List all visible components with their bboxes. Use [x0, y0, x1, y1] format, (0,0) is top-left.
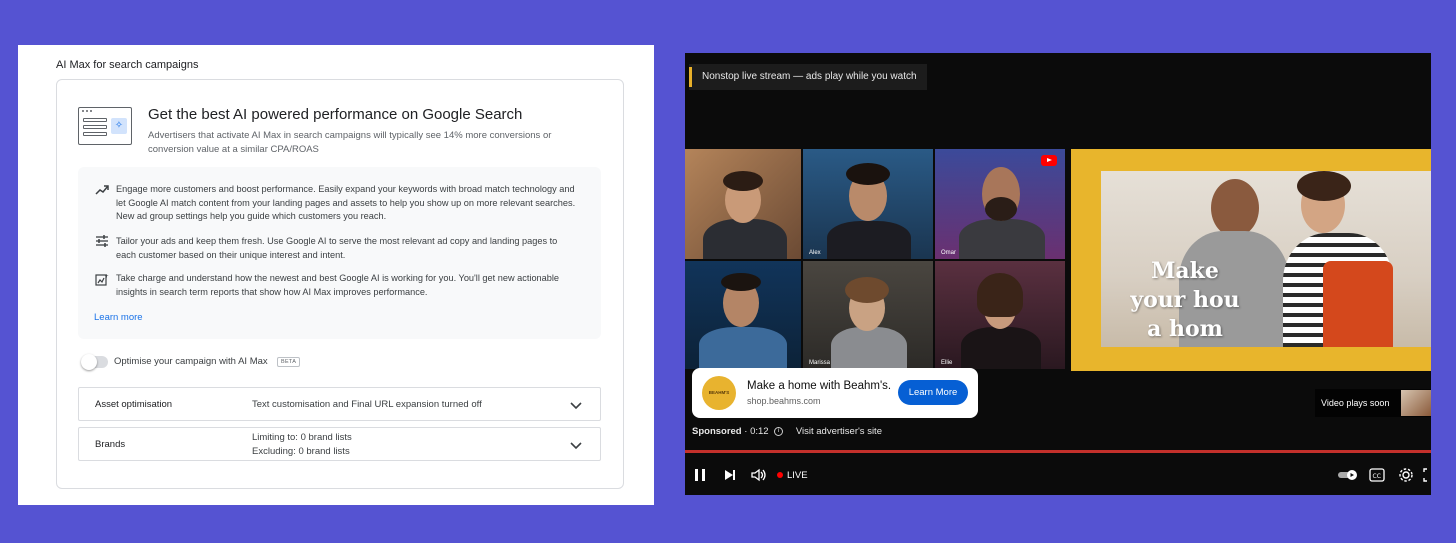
- trending-up-icon: [94, 184, 110, 198]
- sponsored-line: Sponsored · 0:12 i Visit advertiser's si…: [692, 426, 882, 437]
- sponsored-label: Sponsored: [692, 426, 742, 437]
- settings-gear-icon[interactable]: [1398, 467, 1414, 483]
- ai-max-card: ✧ Get the best AI powered performance on…: [56, 79, 624, 489]
- ad-time: 0:12: [750, 426, 769, 437]
- live-indicator[interactable]: LIVE: [777, 470, 808, 481]
- ad-info-card[interactable]: BEAHM'S Make a home with Beahm's. shop.b…: [692, 368, 978, 418]
- hero-subtext: Advertisers that activate AI Max in sear…: [148, 130, 552, 155]
- svg-text:+: +: [105, 274, 109, 280]
- beahms-logo: BEAHM'S: [702, 376, 736, 410]
- hero-heading: Get the best AI powered performance on G…: [148, 106, 523, 123]
- next-video-label: Video plays soon: [1321, 398, 1390, 408]
- captions-icon[interactable]: CC: [1369, 467, 1385, 483]
- visit-advertiser-link[interactable]: Visit advertiser's site: [796, 426, 882, 437]
- benefit-insights: Take charge and understand how the newes…: [116, 273, 560, 297]
- participant-tile: [685, 149, 801, 259]
- video-call-grid: Alex Omar Marissa Ellie: [685, 149, 1065, 369]
- ai-max-toggle-label: Optimise your campaign with AI Max: [114, 356, 268, 367]
- row-value: Text customisation and Final URL expansi…: [252, 399, 482, 410]
- next-icon[interactable]: [723, 467, 737, 483]
- tune-sliders-icon: [94, 235, 110, 249]
- chevron-down-icon[interactable]: [568, 437, 584, 453]
- next-video-preview[interactable]: Video plays soon: [1315, 389, 1431, 417]
- autoplay-toggle-icon[interactable]: [1337, 467, 1359, 483]
- ad-overlay-text: Make your hou a hom: [1130, 258, 1240, 342]
- ai-max-settings-panel: AI Max for search campaigns ✧ Get the be…: [18, 45, 654, 505]
- ai-max-illustration-icon: ✧: [78, 107, 132, 145]
- live-stream-banner: Nonstop live stream — ads play while you…: [689, 64, 927, 90]
- row-value-limiting: Limiting to: 0 brand lists: [252, 432, 352, 443]
- participant-tile: Marissa: [803, 261, 933, 369]
- svg-text:CC: CC: [1373, 473, 1381, 480]
- fullscreen-icon[interactable]: [1423, 467, 1431, 483]
- learn-more-button[interactable]: Learn More: [898, 380, 968, 405]
- participant-tile: Ellie: [935, 261, 1065, 369]
- chevron-down-icon[interactable]: [568, 397, 584, 413]
- benefit-tailor: Tailor your ads and keep them fresh. Use…: [116, 236, 558, 260]
- next-video-thumbnail: [1401, 390, 1431, 416]
- pause-icon[interactable]: [693, 467, 707, 483]
- section-title: AI Max for search campaigns: [56, 59, 199, 71]
- ad-headline: Make a home with Beahm's.: [747, 380, 892, 392]
- participant-tile: Omar: [935, 149, 1065, 259]
- brands-row[interactable]: Brands Limiting to: 0 brand lists Exclud…: [78, 427, 601, 461]
- beta-badge: BETA: [277, 357, 301, 367]
- progress-bar[interactable]: [685, 450, 1431, 453]
- participant-tile: Alex: [803, 149, 933, 259]
- benefit-engage: Engage more customers and boost performa…: [116, 184, 576, 221]
- info-icon[interactable]: i: [774, 426, 784, 436]
- ad-domain: shop.beahms.com: [747, 396, 821, 406]
- learn-more-link[interactable]: Learn more: [94, 312, 143, 323]
- youtube-logo-icon: [1041, 155, 1057, 166]
- ad-image: Make your hou a hom: [1101, 171, 1431, 347]
- row-name: Asset optimisation: [95, 399, 173, 410]
- insights-chart-icon: +: [94, 273, 110, 287]
- volume-icon[interactable]: [750, 467, 768, 483]
- benefits-box: Engage more customers and boost performa…: [78, 167, 601, 339]
- ad-video-frame[interactable]: Make your hou a hom: [1071, 149, 1431, 371]
- participant-tile: [685, 261, 801, 369]
- asset-optimisation-row[interactable]: Asset optimisation Text customisation an…: [78, 387, 601, 421]
- row-name: Brands: [95, 439, 126, 450]
- row-value-excluding: Excluding: 0 brand lists: [252, 446, 350, 457]
- video-player[interactable]: Nonstop live stream — ads play while you…: [685, 53, 1431, 495]
- player-controls: LIVE CC: [685, 457, 1431, 495]
- ai-max-toggle[interactable]: [81, 354, 108, 370]
